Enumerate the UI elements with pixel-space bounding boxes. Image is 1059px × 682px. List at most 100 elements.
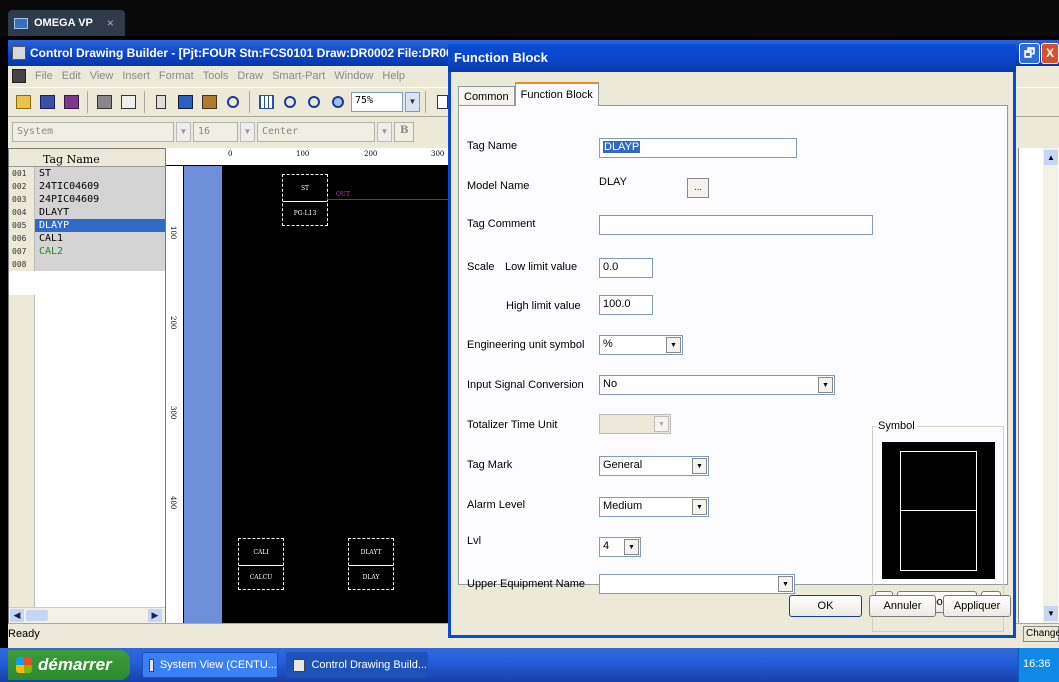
connection-line[interactable] <box>327 199 448 200</box>
chevron-down-icon[interactable]: ▼ <box>692 458 707 474</box>
model-browse-button[interactable]: ... <box>687 178 709 198</box>
cancel-button[interactable]: Annuler <box>869 595 936 617</box>
list-item[interactable]: 008 <box>9 258 165 271</box>
restore-button[interactable]: 🗗 <box>1019 43 1040 64</box>
zoom-out-icon[interactable] <box>303 91 325 113</box>
list-item[interactable]: 003 24PIC04609 <box>9 193 165 206</box>
list-item[interactable]: 006 CAL1 <box>9 232 165 245</box>
lvl-select[interactable]: 4 ▼ <box>599 537 641 557</box>
list-item-selected[interactable]: 005 DLAYP <box>9 219 165 232</box>
document-icon[interactable] <box>12 69 26 83</box>
chevron-down-icon[interactable]: ▼ <box>818 377 833 393</box>
tag-name-field[interactable]: DLAYP <box>599 138 797 158</box>
zoom-fit-icon[interactable] <box>327 91 349 113</box>
chevron-down-icon[interactable]: ▼ <box>240 122 255 142</box>
menu-edit[interactable]: Edit <box>62 70 81 82</box>
undo-icon[interactable] <box>222 91 244 113</box>
tag-comment-field[interactable] <box>599 215 873 235</box>
row-number-gutter <box>9 295 35 607</box>
taskbar-item-control-drawing[interactable]: Control Drawing Build... <box>286 652 428 678</box>
print-preview-icon[interactable] <box>117 91 139 113</box>
paste-icon[interactable] <box>198 91 220 113</box>
chevron-down-icon[interactable]: ▼ <box>692 499 707 515</box>
zoom-combo[interactable]: 75% <box>351 92 403 112</box>
menu-draw[interactable]: Draw <box>237 70 263 82</box>
ruler-label: 400 <box>169 496 177 510</box>
tag-name-label: Tag Name <box>467 140 518 152</box>
align-combo[interactable]: Center <box>257 122 375 142</box>
upper-equipment-label: Upper Equipment Name <box>467 578 586 590</box>
chevron-down-icon[interactable]: ▼ <box>666 337 681 353</box>
scroll-right-icon[interactable]: ▶ <box>148 609 162 622</box>
open-folder-icon[interactable] <box>12 91 34 113</box>
low-limit-field[interactable]: 0.0 <box>599 258 653 278</box>
start-button[interactable]: démarrer <box>8 650 130 680</box>
zoom-in-icon[interactable] <box>279 91 301 113</box>
drawing-canvas[interactable]: ST PG-L13 OUT CALI CALCU DLAYT DLAY <box>222 166 448 623</box>
scrollbar-thumb[interactable] <box>26 610 48 621</box>
list-item[interactable]: 007 CAL2 <box>9 245 165 258</box>
ruler-label: 200 <box>364 150 378 158</box>
list-item[interactable]: 004 DLAYT <box>9 206 165 219</box>
drawing-area[interactable]: 0 100 200 300 100 200 300 400 ST PG-L13 … <box>166 148 448 623</box>
font-size-combo[interactable]: 16 <box>193 122 238 142</box>
high-limit-field[interactable]: 100.0 <box>599 295 653 315</box>
alarm-level-select[interactable]: Medium ▼ <box>599 497 709 517</box>
menu-smart-part[interactable]: Smart-Part <box>272 70 325 82</box>
scroll-down-icon[interactable]: ▼ <box>1044 606 1058 621</box>
totalizer-select: ▼ <box>599 414 671 434</box>
horizontal-scrollbar[interactable]: ◀ ▶ <box>9 607 165 623</box>
chevron-down-icon[interactable]: ▼ <box>624 539 639 555</box>
top-ruler: 0 100 200 300 <box>166 148 448 166</box>
grid-icon[interactable] <box>255 91 277 113</box>
copy-icon[interactable] <box>174 91 196 113</box>
chevron-down-icon[interactable]: ▼ <box>377 122 392 142</box>
tag-mark-label: Tag Mark <box>467 459 513 471</box>
save-icon[interactable] <box>36 91 58 113</box>
upper-equipment-select[interactable]: ▼ <box>599 574 795 594</box>
ok-button[interactable]: OK <box>789 595 862 617</box>
function-block-dlayt[interactable]: DLAYT DLAY <box>348 538 394 590</box>
close-button[interactable]: X <box>1041 43 1059 64</box>
symbol-shape <box>900 451 977 571</box>
menu-view[interactable]: View <box>90 70 114 82</box>
high-limit-label: High limit value <box>506 300 581 312</box>
cut-icon[interactable] <box>150 91 172 113</box>
menu-help[interactable]: Help <box>382 70 405 82</box>
close-icon[interactable]: × <box>107 16 114 30</box>
toolbar-separator <box>425 91 426 113</box>
vertical-scrollbar[interactable] <box>1043 148 1058 623</box>
chevron-down-icon[interactable]: ▼ <box>176 122 191 142</box>
function-block-cali[interactable]: CALI CALCU <box>238 538 284 590</box>
bold-button[interactable]: B <box>394 122 414 142</box>
menu-tools[interactable]: Tools <box>203 70 229 82</box>
font-combo[interactable]: System <box>12 122 174 142</box>
dialog-title[interactable]: Function Block <box>448 44 1016 72</box>
menu-file[interactable]: File <box>35 70 53 82</box>
ruler-label: 300 <box>431 150 445 158</box>
apply-button[interactable]: Appliquer <box>943 595 1011 617</box>
eng-unit-select[interactable]: % ▼ <box>599 335 683 355</box>
save-all-icon[interactable] <box>60 91 82 113</box>
scroll-up-icon[interactable]: ▲ <box>1044 150 1058 165</box>
chevron-down-icon[interactable]: ▼ <box>405 92 420 112</box>
tab-common[interactable]: Common <box>458 86 515 106</box>
symbol-group-label: Symbol <box>876 420 917 432</box>
tab-function-block[interactable]: Function Block <box>514 82 599 106</box>
taskbar: démarrer System View (CENTU... Control D… <box>0 648 1059 682</box>
taskbar-item-system-view[interactable]: System View (CENTU... <box>142 652 278 678</box>
menu-window[interactable]: Window <box>334 70 373 82</box>
menu-format[interactable]: Format <box>159 70 194 82</box>
function-block-st[interactable]: ST PG-L13 <box>282 174 328 226</box>
list-item[interactable]: 001 ST <box>9 167 165 180</box>
menu-insert[interactable]: Insert <box>122 70 150 82</box>
print-icon[interactable] <box>93 91 115 113</box>
input-conversion-select[interactable]: No ▼ <box>599 375 835 395</box>
chevron-down-icon[interactable]: ▼ <box>778 576 793 592</box>
scroll-left-icon[interactable]: ◀ <box>10 609 24 622</box>
input-conversion-label: Input Signal Conversion <box>467 379 584 391</box>
remote-session-tab[interactable]: OMEGA VP × <box>8 10 125 36</box>
window-icon <box>293 658 306 672</box>
list-item[interactable]: 002 24TIC04609 <box>9 180 165 193</box>
tag-mark-select[interactable]: General ▼ <box>599 456 709 476</box>
